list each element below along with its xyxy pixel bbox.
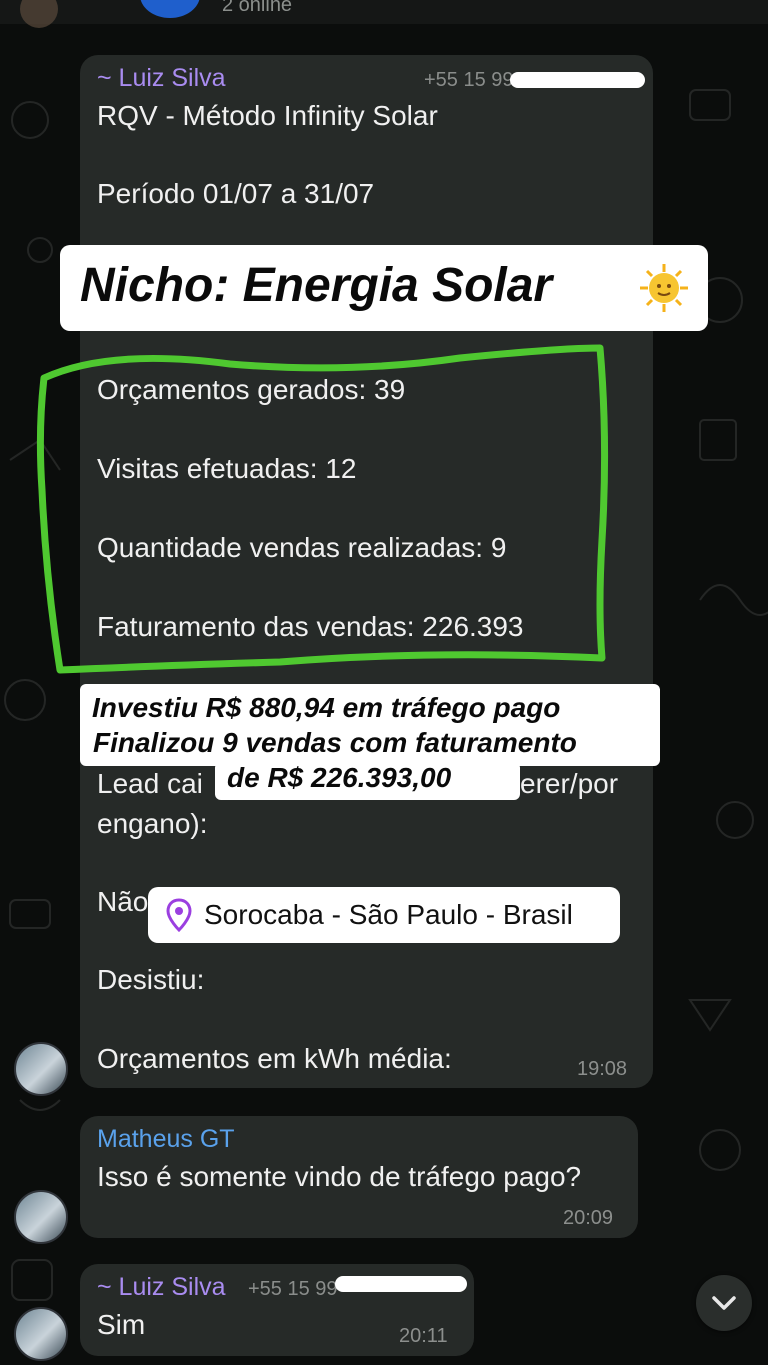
avatar[interactable] — [14, 1307, 68, 1361]
online-status: 2 online — [222, 0, 293, 16]
kwh-line: Orçamentos em kWh média: — [97, 1043, 452, 1074]
sender-name[interactable]: ~ Luiz Silva — [97, 1273, 226, 1302]
sender-name[interactable]: Matheus GT — [97, 1125, 235, 1154]
sender-phone: +55 15 99 — [424, 69, 514, 91]
message-time: 20:11 — [399, 1325, 448, 1347]
message-time: 20:09 — [563, 1207, 614, 1229]
redaction-scribble — [335, 1276, 467, 1292]
investment-line: Finalizou 9 vendas com faturamento — [93, 727, 577, 758]
green-highlight-frame — [36, 344, 609, 674]
sender-phone: +55 15 99 — [248, 1278, 338, 1300]
location-pin-icon — [166, 898, 192, 932]
group-avatar[interactable] — [140, 0, 200, 18]
avatar[interactable] — [14, 1190, 68, 1244]
message-title: RQV - Método Infinity Solar — [97, 100, 438, 131]
lead-line-2: engano): — [97, 808, 208, 839]
message-text: Isso é somente vindo de tráfego pago? — [97, 1161, 582, 1192]
location-text: Sorocaba - São Paulo - Brasil — [204, 899, 573, 930]
chat-header: 2 online — [0, 0, 768, 28]
scroll-to-bottom-button[interactable] — [696, 1275, 752, 1331]
message-period: Período 01/07 a 31/07 — [97, 178, 375, 209]
lead-line-end: erer/por — [520, 768, 619, 799]
investment-line: Investiu R$ 880,94 em tráfego pago — [92, 692, 561, 723]
lead-line-start: Lead cai — [97, 768, 203, 799]
sun-emoji-icon — [640, 264, 688, 312]
avatar[interactable] — [14, 1042, 68, 1096]
desistiu-line: Desistiu: — [97, 964, 205, 995]
sender-name[interactable]: ~ Luiz Silva — [97, 64, 226, 93]
redaction-scribble — [510, 72, 645, 88]
nao-line: Não — [97, 886, 149, 917]
investment-line: de R$ 226.393,00 — [227, 762, 452, 793]
back-avatar[interactable] — [20, 0, 58, 28]
nicho-text: Nicho: Energia Solar — [80, 259, 553, 312]
message-time: 19:08 — [577, 1058, 628, 1080]
chevron-down-icon — [712, 1296, 736, 1310]
message-text: Sim — [97, 1309, 146, 1340]
